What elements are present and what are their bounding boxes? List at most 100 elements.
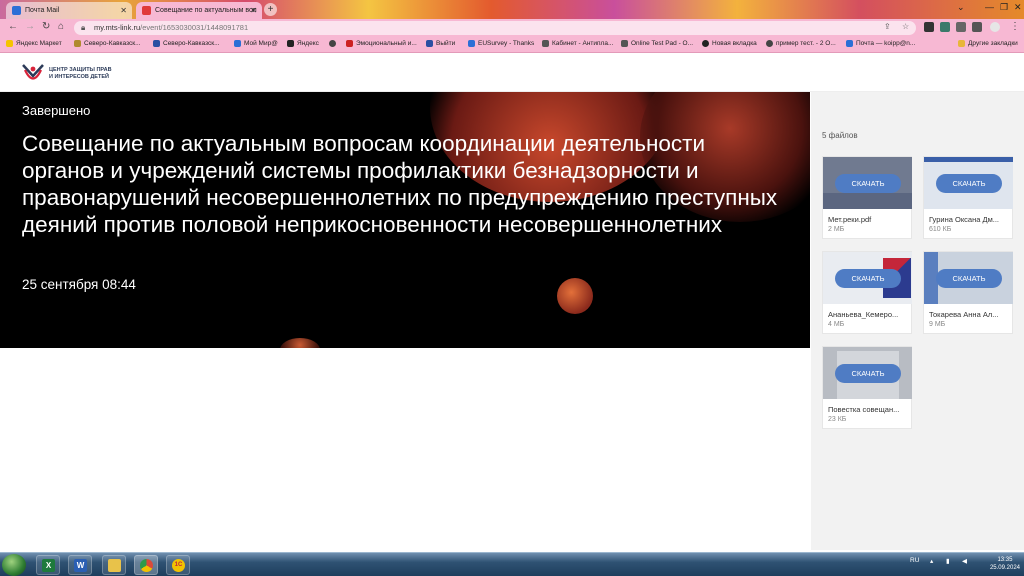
files-count: 5 файлов xyxy=(822,131,858,140)
close-tab-icon[interactable]: ✕ xyxy=(120,6,127,15)
file-size: 610 КБ xyxy=(929,226,952,233)
url-text: my.mts-link.ru/event/1653030031/14480917… xyxy=(94,23,249,32)
bookmark-item[interactable]: Новая вкладка xyxy=(702,40,757,47)
file-thumbnail: СКАЧАТЬ xyxy=(823,157,912,209)
back-icon[interactable]: ← xyxy=(8,21,18,32)
bookmark-item[interactable]: Северо-Кавказск... xyxy=(74,40,141,47)
decorative-blob xyxy=(557,278,593,314)
bookmark-icon xyxy=(542,40,549,47)
extension-icon[interactable] xyxy=(940,22,950,32)
file-thumbnail: СКАЧАТЬ xyxy=(924,252,1013,304)
bookmark-icon xyxy=(846,40,853,47)
taskbar-word-button[interactable]: W xyxy=(68,555,92,575)
event-datetime: 25 сентября 08:44 xyxy=(22,277,136,292)
tab-title: Совещание по актуальным воп xyxy=(155,7,257,14)
bookmark-icon xyxy=(6,40,13,47)
tab-search-icon[interactable]: ⌄ xyxy=(957,2,965,13)
reload-icon[interactable]: ↻ xyxy=(42,21,50,32)
download-button[interactable]: СКАЧАТЬ xyxy=(835,364,901,383)
forward-icon[interactable]: → xyxy=(25,21,35,32)
bookmarks-bar: Яндекс Маркет Северо-Кавказск... Северо-… xyxy=(0,37,1024,53)
download-button[interactable]: СКАЧАТЬ xyxy=(835,174,901,193)
bookmark-icon xyxy=(426,40,433,47)
file-name: Мет.реки.pdf xyxy=(828,215,872,224)
share-icon[interactable]: ⇪ xyxy=(884,22,891,31)
org-logo-icon[interactable] xyxy=(21,61,45,85)
taskbar-chrome-button[interactable] xyxy=(134,555,158,575)
bookmark-item[interactable]: Яндекс xyxy=(287,40,319,47)
profile-avatar-icon[interactable] xyxy=(990,22,1000,32)
new-tab-button[interactable]: + xyxy=(264,3,277,16)
download-button[interactable]: СКАЧАТЬ xyxy=(936,269,1002,288)
file-size: 2 МБ xyxy=(828,226,845,233)
file-thumbnail: СКАЧАТЬ xyxy=(823,252,912,304)
browser-toolbar: ← → ↻ ⌂ 🔒︎ my.mts-link.ru/event/16530300… xyxy=(0,19,1024,37)
globe-icon xyxy=(329,40,336,47)
folder-icon xyxy=(958,40,965,47)
extensions-puzzle-icon[interactable] xyxy=(972,22,982,32)
tray-arrow-icon[interactable]: ▴ xyxy=(930,557,933,565)
language-indicator[interactable]: RU xyxy=(910,557,919,564)
bookmark-icon xyxy=(766,40,773,47)
bookmark-item[interactable]: Яндекс Маркет xyxy=(6,40,62,47)
bookmark-icon xyxy=(621,40,628,47)
event-status: Завершено xyxy=(22,103,91,118)
maximize-icon[interactable]: ❐ xyxy=(1000,2,1008,13)
site-header: ЦЕНТР ЗАЩИТЫ ПРАВ И ИНТЕРЕСОВ ДЕТЕЙ xyxy=(0,54,1024,92)
bookmark-item[interactable]: Мой Мир@ xyxy=(234,40,278,47)
start-button[interactable] xyxy=(2,554,26,576)
taskbar-explorer-button[interactable] xyxy=(102,555,126,575)
file-card[interactable]: СКАЧАТЬ Мет.реки.pdf 2 МБ xyxy=(822,156,912,239)
network-icon[interactable]: ▮ xyxy=(946,557,950,565)
bookmark-icon xyxy=(153,40,160,47)
file-size: 9 МБ xyxy=(929,321,946,328)
file-name: Ананьева_Кемеро... xyxy=(828,310,899,319)
tab-title: Почта Mail xyxy=(25,7,60,14)
file-thumbnail: СКАЧАТЬ xyxy=(924,157,1013,209)
file-card[interactable]: СКАЧАТЬ Ананьева_Кемеро... 4 МБ xyxy=(822,251,912,334)
taskbar-1c-button[interactable]: 1С xyxy=(166,555,190,575)
lock-icon[interactable]: 🔒︎ xyxy=(81,23,85,33)
volume-icon[interactable]: ◀︎ xyxy=(962,557,967,565)
bookmark-item[interactable]: Online Test Pad - O... xyxy=(621,40,693,47)
bookmark-item[interactable]: Почта — koipp@n... xyxy=(846,40,915,47)
browser-menu-icon[interactable]: ⋮ xyxy=(1010,21,1020,32)
bookmark-icon xyxy=(234,40,241,47)
close-tab-icon[interactable]: ✕ xyxy=(250,6,257,15)
tab-mail[interactable]: Почта Mail ✕ xyxy=(6,2,132,19)
bookmark-star-icon[interactable]: ☆ xyxy=(902,22,909,31)
mail-favicon-icon xyxy=(12,6,21,15)
system-clock[interactable]: 13:35 25.09.2024 xyxy=(990,556,1020,572)
download-button[interactable]: СКАЧАТЬ xyxy=(835,269,901,288)
chrome-icon xyxy=(140,559,153,572)
bookmark-icon xyxy=(702,40,709,47)
file-card[interactable]: СКАЧАТЬ Токарева Анна Ал... 9 МБ xyxy=(923,251,1013,334)
file-card[interactable]: СКАЧАТЬ Повестка совещан... 23 КБ xyxy=(822,346,912,429)
bookmark-item[interactable]: Эмоциональный и... xyxy=(346,40,417,47)
address-bar[interactable]: 🔒︎ my.mts-link.ru/event/1653030031/14480… xyxy=(74,21,916,35)
download-button[interactable]: СКАЧАТЬ xyxy=(936,174,1002,193)
bookmark-item[interactable]: EUSurvey - Thanks xyxy=(468,40,534,47)
bookmark-item[interactable]: Северо-Кавказск... xyxy=(153,40,220,47)
other-bookmarks-folder[interactable]: Другие закладки xyxy=(958,40,1018,47)
taskbar-excel-button[interactable]: X xyxy=(36,555,60,575)
extension-icon[interactable] xyxy=(924,22,934,32)
bookmark-icon xyxy=(287,40,294,47)
decorative-blob xyxy=(280,338,320,348)
file-thumbnail: СКАЧАТЬ xyxy=(823,347,912,399)
files-panel: 5 файлов СКАЧАТЬ Мет.реки.pdf 2 МБ СКАЧА… xyxy=(811,92,1024,550)
file-card[interactable]: СКАЧАТЬ Гурина Оксана Дм... 610 КБ xyxy=(923,156,1013,239)
bookmark-item[interactable]: пример тест. - 2 О... xyxy=(766,40,836,47)
org-name: ЦЕНТР ЗАЩИТЫ ПРАВ И ИНТЕРЕСОВ ДЕТЕЙ xyxy=(49,67,112,80)
file-size: 4 МБ xyxy=(828,321,845,328)
excel-icon: X xyxy=(42,559,55,572)
home-icon[interactable]: ⌂ xyxy=(58,21,64,32)
extension-icon[interactable] xyxy=(956,22,966,32)
close-window-icon[interactable]: ✕ xyxy=(1014,2,1022,13)
tab-event[interactable]: Совещание по актуальным воп ✕ xyxy=(136,2,262,19)
bookmark-item[interactable]: Выйти xyxy=(426,40,455,47)
word-icon: W xyxy=(74,559,87,572)
minimize-icon[interactable]: — xyxy=(985,2,994,12)
bookmark-item[interactable]: Кабинет - Антипла... xyxy=(542,40,613,47)
1c-icon: 1С xyxy=(172,559,185,572)
